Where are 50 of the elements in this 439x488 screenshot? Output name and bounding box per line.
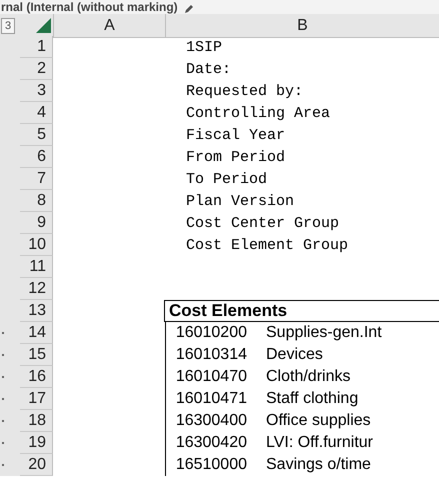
column-header[interactable]: A — [53, 14, 165, 38]
cost-element-code: 16010470 — [174, 368, 247, 386]
cell-text: Plan Version — [186, 192, 294, 210]
column-header[interactable]: B — [165, 14, 439, 38]
cell-text: From Period — [186, 148, 286, 166]
outline-level-button[interactable]: 3 — [1, 18, 15, 34]
cost-element-code: 16510000 — [174, 456, 247, 474]
cost-element-name: Devices — [266, 346, 323, 364]
row-header[interactable]: 1 — [20, 36, 53, 58]
cell-text: 1SIP — [186, 38, 222, 56]
row-header[interactable]: 12 — [20, 278, 53, 300]
row-header[interactable]: 8 — [20, 190, 53, 212]
row-header[interactable]: 17 — [20, 388, 53, 410]
cost-element-name: Cloth/drinks — [266, 368, 350, 386]
cell-text: Fiscal Year — [186, 126, 286, 144]
cell-text: Requested by: — [186, 82, 304, 100]
row-header[interactable]: 2 — [20, 58, 53, 80]
cost-element-code: 16010200 — [174, 324, 247, 342]
row-header[interactable]: 14 — [20, 322, 53, 344]
row-header[interactable]: 19 — [20, 432, 53, 454]
row-header[interactable]: 11 — [20, 256, 53, 278]
cost-element-name: Staff clothing — [266, 390, 358, 408]
cost-element-code: 16010314 — [174, 346, 247, 364]
cost-element-code: 16300420 — [174, 434, 247, 452]
row-header[interactable]: 13 — [20, 300, 53, 322]
cost-element-name: Office supplies — [266, 412, 371, 430]
cost-element-name: Supplies-gen.Int — [266, 324, 382, 342]
row-header[interactable]: 7 — [20, 168, 53, 190]
cost-element-name: Savings o/time — [266, 456, 371, 474]
cost-element-name: LVI: Off.furnitur — [266, 434, 374, 452]
cell-text: Cost Element Group — [186, 236, 348, 254]
row-header[interactable]: 6 — [20, 146, 53, 168]
row-header[interactable]: 5 — [20, 124, 53, 146]
row-header[interactable]: 20 — [20, 454, 53, 476]
cost-element-code: 16010471 — [174, 390, 247, 408]
cell-text: Date: — [186, 60, 232, 78]
cell-text: Controlling Area — [186, 104, 330, 122]
select-all-icon[interactable] — [36, 18, 51, 33]
row-header[interactable]: 9 — [20, 212, 53, 234]
table-heading: Cost Elements — [164, 300, 439, 322]
window-title: rnal (Internal (without marking) — [1, 0, 178, 14]
row-header[interactable]: 3 — [20, 80, 53, 102]
row-header[interactable]: 4 — [20, 102, 53, 124]
cell-text: To Period — [186, 170, 268, 188]
row-header[interactable]: 16 — [20, 366, 53, 388]
cost-element-code: 16300400 — [174, 412, 247, 430]
row-header[interactable]: 10 — [20, 234, 53, 256]
row-header[interactable]: 18 — [20, 410, 53, 432]
row-header[interactable]: 15 — [20, 344, 53, 366]
cell-text: Cost Center Group — [186, 214, 340, 232]
